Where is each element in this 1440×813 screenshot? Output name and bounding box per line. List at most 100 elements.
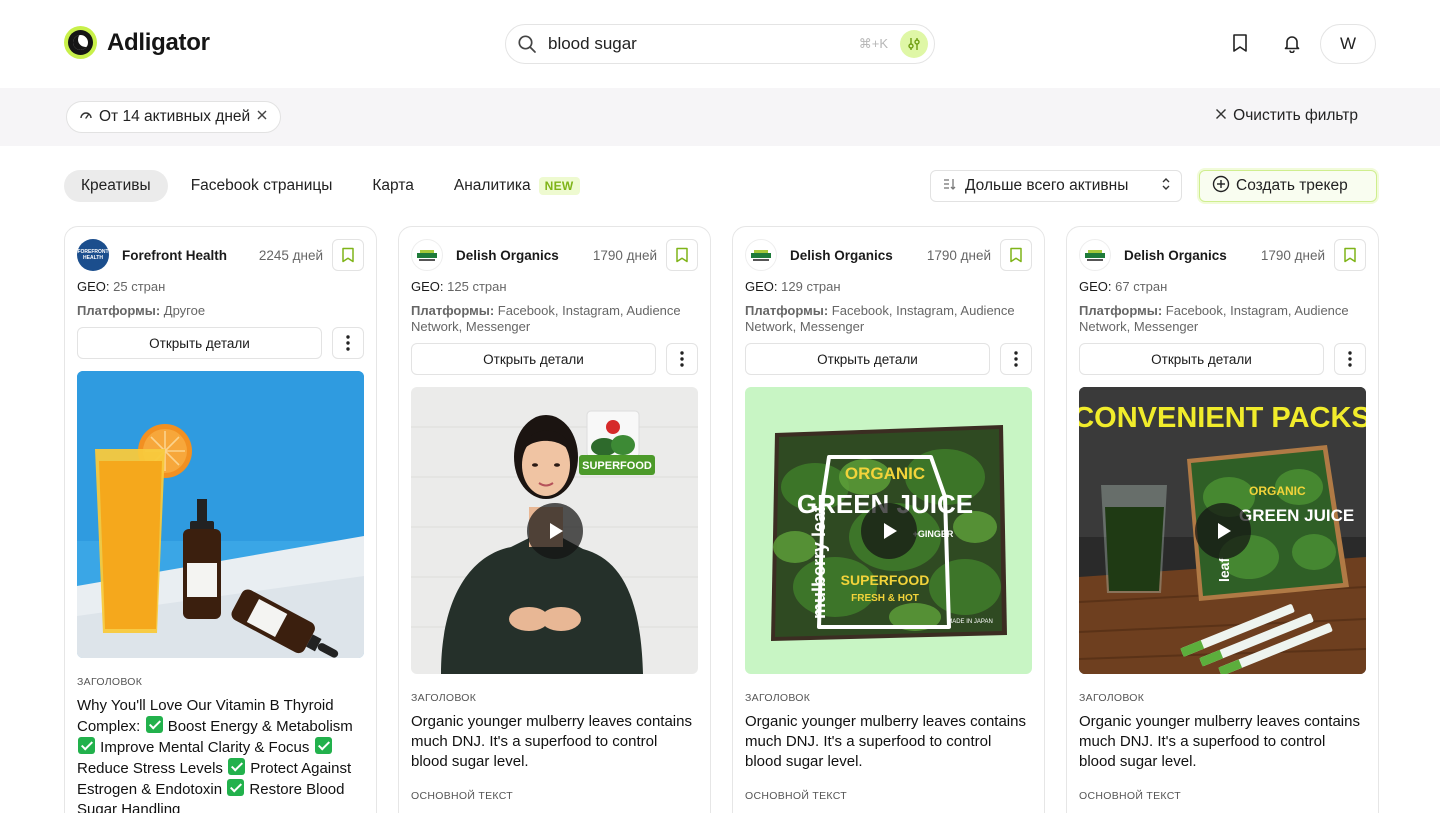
bookmark-button[interactable] [1000,239,1032,271]
play-icon[interactable] [1194,502,1251,559]
logo-mark-icon [64,26,97,59]
brand-logo[interactable]: FOREFRONT HEALTH [77,239,109,271]
plus-circle-icon [1212,175,1230,198]
search-icon [516,33,538,55]
creative-video[interactable]: SUPERFOOD [411,387,698,674]
more-options-icon[interactable] [332,327,364,359]
sort-order-icon [943,177,957,196]
creative-card: Delish Organics 1790 дней GEO: 67 стран … [1066,226,1379,813]
geo-value: 125 стран [447,279,507,294]
filter-chip-active-days[interactable]: От 14 активных дней [66,101,282,133]
more-options-icon[interactable] [1000,343,1032,375]
saved-bookmark-icon[interactable] [1227,30,1253,56]
clear-close-icon [1215,107,1227,125]
bookmark-button[interactable] [332,239,364,271]
ad-headline: Why You'll Love Our Vitamin B Thyroid Co… [77,697,353,813]
ad-headline: Organic younger mulberry leaves contains… [745,713,1026,770]
speedometer-icon [79,108,93,127]
user-avatar[interactable]: W [1320,24,1376,64]
headline-section-label: ЗАГОЛОВОК [411,692,477,704]
media-text-side: mulberry leaf [809,505,829,619]
filter-chip-label: От 14 активных дней [99,108,251,125]
bookmark-icon [676,247,688,263]
active-days: 2245 дней [258,247,323,263]
brand-logo[interactable] [745,239,777,271]
tab-label: Карта [372,177,414,194]
notifications-bell-icon[interactable] [1279,30,1305,56]
search-bar[interactable]: ⌘+K [505,24,935,64]
brand-name[interactable]: Delish Organics [1124,248,1227,263]
headline-section-label: ЗАГОЛОВОК [1079,692,1145,704]
headline-section-label: ЗАГОЛОВОК [77,676,143,688]
superfood-badge-text: SUPERFOOD [582,460,652,472]
brand-logo[interactable] [1079,239,1111,271]
geo-value: 25 стран [113,279,166,294]
checkmark-icon [314,737,332,754]
platforms-value: Другое [163,303,206,318]
clear-filter-label: Очистить фильтр [1233,107,1358,124]
platforms-label: Платформы: [411,303,495,318]
checkmark-icon [228,758,246,775]
open-details-button[interactable]: Открыть детали [411,343,656,375]
geo-label: GEO: [411,279,444,294]
brand-name[interactable]: Forefront Health [122,248,227,263]
media-text-organic: ORGANIC [845,464,925,483]
brand-logo[interactable] [411,239,443,271]
creative-video[interactable]: CONVENIENT PACKS ORGANIC GREEN JUICE lea… [1079,387,1366,674]
content-tabs: Креативы Facebook страницы Карта Аналити… [64,170,597,202]
brand-name[interactable]: Delish Organics [790,248,893,263]
tab-facebook-pages[interactable]: Facebook страницы [174,170,350,202]
logo[interactable]: Adligator [64,26,210,59]
tab-label: Аналитика [453,177,531,194]
brand-name[interactable]: Delish Organics [456,248,559,263]
checkmark-icon [78,737,95,754]
open-details-button[interactable]: Открыть детали [1079,343,1324,375]
tab-analytics[interactable]: Аналитика NEW [437,170,597,202]
creative-card: Delish Organics 1790 дней GEO: 129 стран… [732,226,1045,813]
bookmark-icon [1344,247,1356,263]
open-details-button[interactable]: Открыть детали [77,327,322,359]
bookmark-icon [1010,247,1022,263]
creative-image[interactable] [77,371,364,658]
creative-card: FOREFRONT HEALTH Forefront Health 2245 д… [64,226,377,813]
bookmark-button[interactable] [666,239,698,271]
media-text-box-mid: GREEN JUICE [1239,506,1354,525]
bookmark-button[interactable] [1334,239,1366,271]
creative-video[interactable]: ORGANIC GREEN JUICE +GINGER SUPERFOOD FR… [745,387,1032,674]
geo-label: GEO: [745,279,778,294]
media-text-made-in: MADE IN JAPAN [947,619,993,625]
active-days: 1790 дней [1260,247,1325,263]
sort-label: Дольше всего активны [965,177,1129,194]
geo-label: GEO: [1079,279,1112,294]
creatives-grid: FOREFRONT HEALTH Forefront Health 2245 д… [64,226,1379,813]
media-text-banner: CONVENIENT PACKS [1079,402,1366,434]
sort-dropdown[interactable]: Дольше всего активны [930,170,1182,202]
media-text-fresh: FRESH & HOT [851,593,919,604]
media-text-superfood: SUPERFOOD [841,572,930,588]
ad-headline: Organic younger mulberry leaves contains… [1079,713,1360,770]
play-icon[interactable] [526,502,583,559]
tab-map[interactable]: Карта [355,170,430,202]
ad-headline: Organic younger mulberry leaves contains… [411,713,692,770]
platforms-label: Платформы: [77,303,161,318]
search-input[interactable] [548,34,838,54]
tab-label: Креативы [81,177,151,194]
remove-filter-close-icon[interactable] [256,108,268,126]
create-tracker-button[interactable]: Создать трекер [1199,170,1377,202]
top-bar: Adligator ⌘+K W [0,0,1440,88]
geo-label: GEO: [77,279,110,294]
chevron-up-down-icon [1161,177,1171,196]
body-section-label: ОСНОВНОЙ ТЕКСТ [411,790,513,802]
platforms-label: Платформы: [745,303,829,318]
checkmark-icon [145,716,163,733]
new-badge: NEW [538,177,580,195]
more-options-icon[interactable] [666,343,698,375]
more-options-icon[interactable] [1334,343,1366,375]
play-icon[interactable] [860,502,917,559]
search-filters-icon[interactable] [900,30,928,58]
clear-filter-button[interactable]: Очистить фильтр [1215,107,1358,125]
tab-creatives[interactable]: Креативы [64,170,168,202]
brand-logo-text: FOREFRONT HEALTH [77,249,109,261]
media-text-plus: +GINGER [913,529,954,539]
open-details-button[interactable]: Открыть детали [745,343,990,375]
